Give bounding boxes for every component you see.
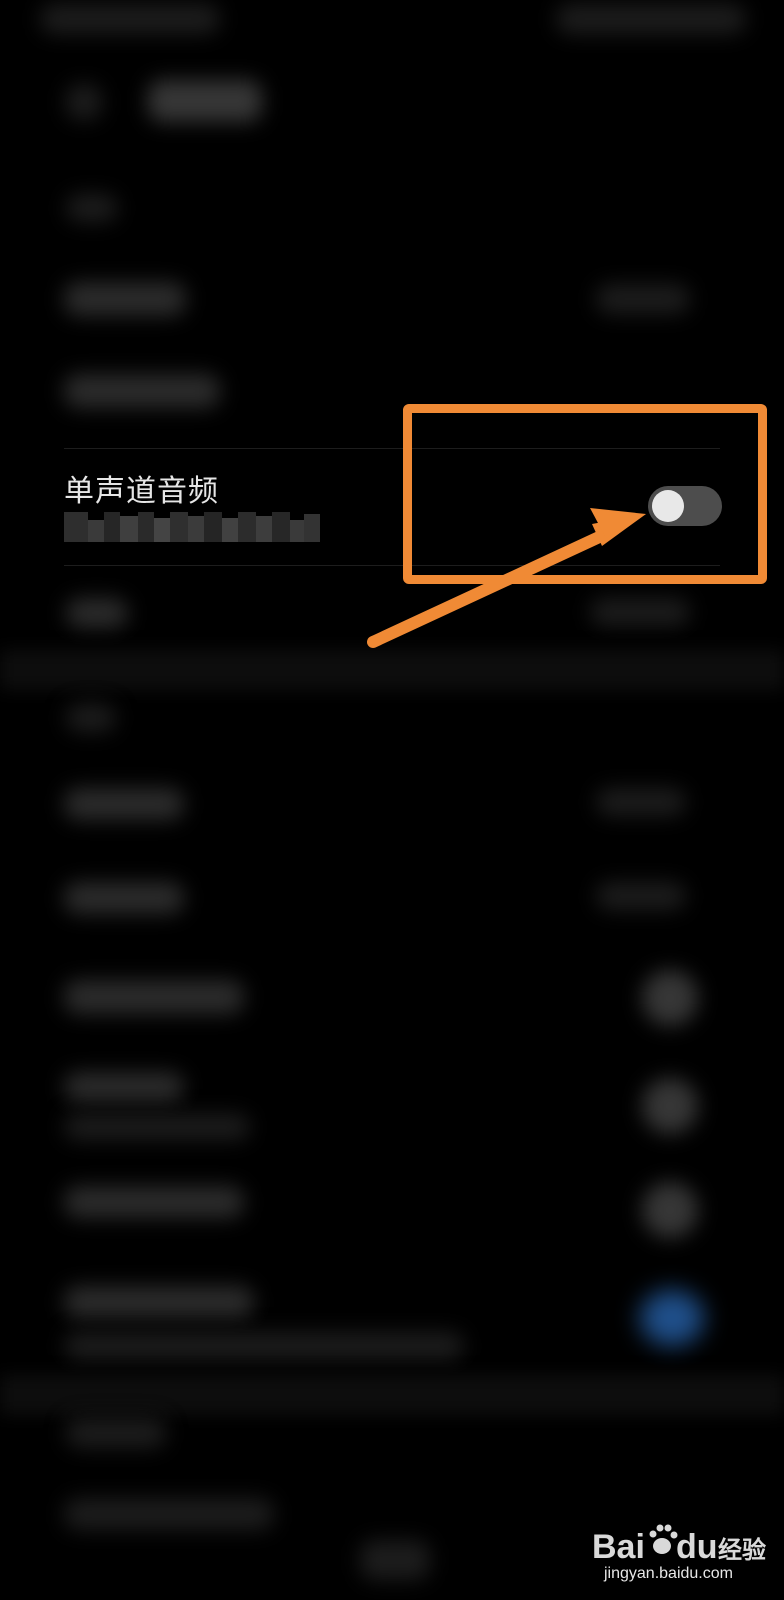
svg-text:经验: 经验	[718, 1536, 766, 1564]
svg-text:du: du	[676, 1528, 718, 1566]
pointer-arrow-icon	[367, 508, 646, 648]
svg-text:Bai: Bai	[592, 1528, 645, 1566]
watermark-url: jingyan.baidu.com	[604, 1565, 733, 1582]
screen: 单声道音频 Bai du 经验 jingyan.baidu.com	[0, 0, 784, 1600]
